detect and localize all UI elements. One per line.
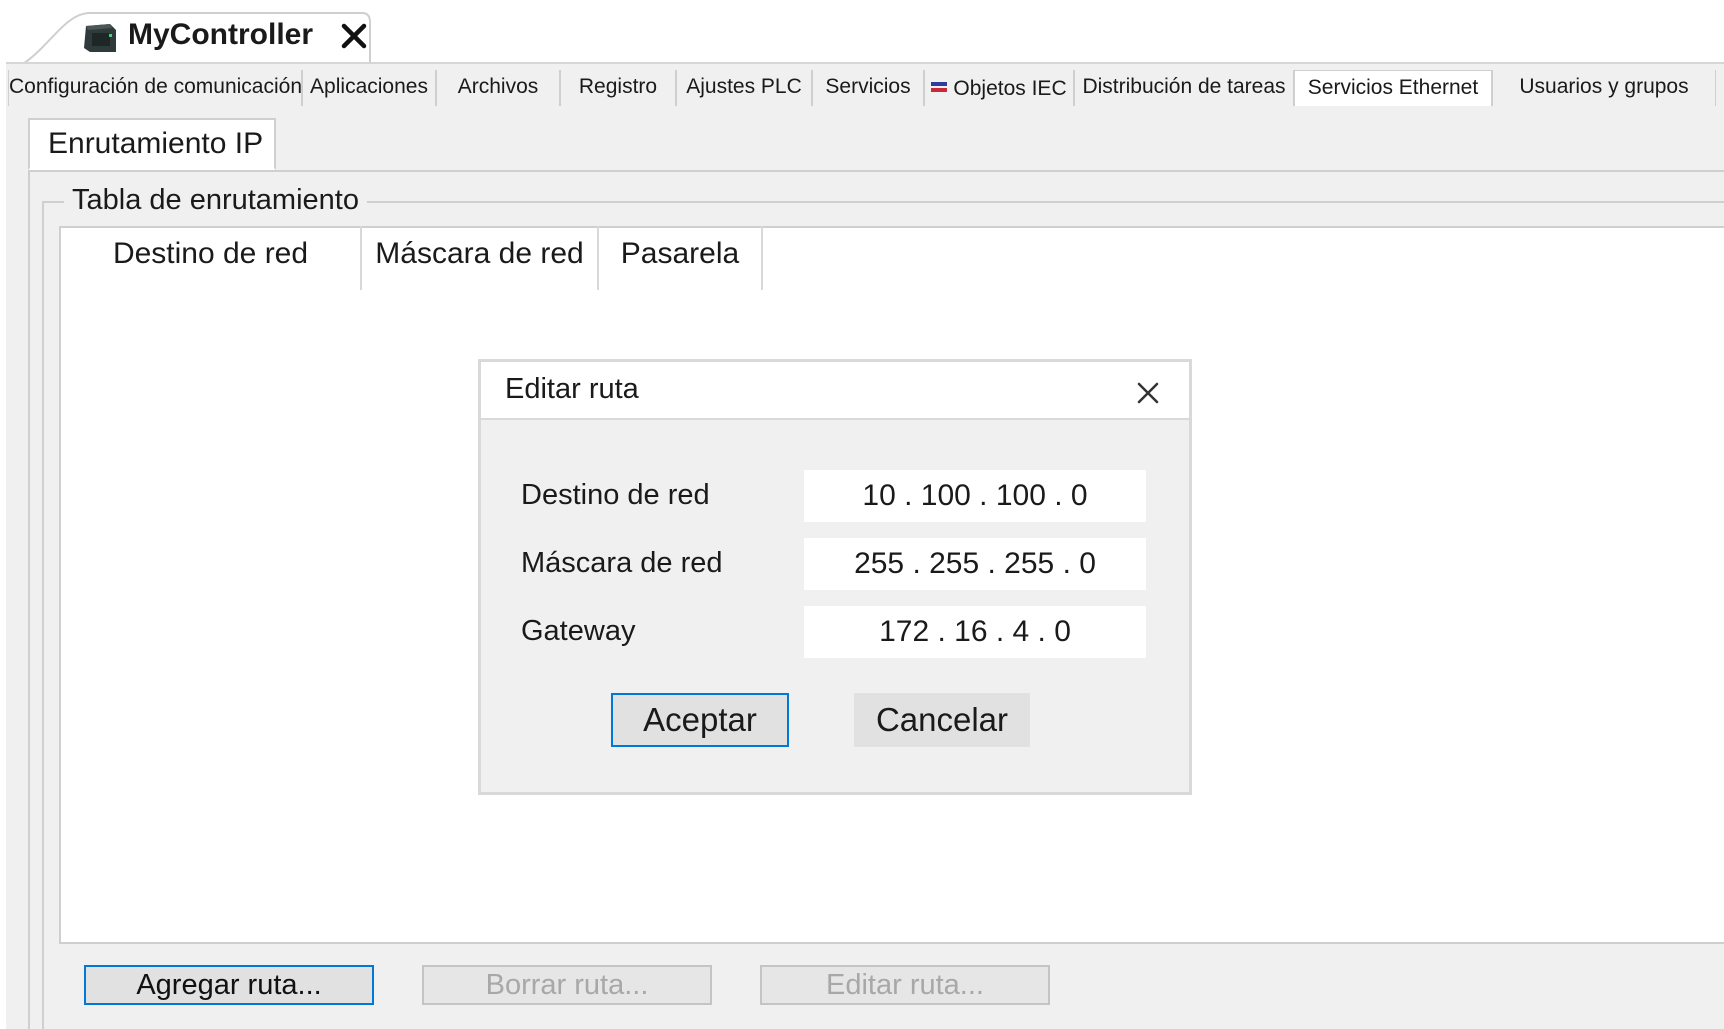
gateway-input[interactable]: 172 . 16 . 4 . 0 [804, 606, 1146, 658]
tab-registro[interactable]: Registro [560, 70, 676, 106]
controller-icon [82, 22, 118, 54]
tab-configuracion-comunicacion[interactable]: Configuración de comunicación [8, 70, 302, 106]
group-title: Tabla de enrutamiento [64, 182, 367, 218]
tab-objetos-iec[interactable]: Objetos IEC [924, 70, 1074, 106]
network-mask-input[interactable]: 255 . 255 . 255 . 0 [804, 538, 1146, 590]
tab-servicios[interactable]: Servicios [812, 70, 924, 106]
tab-enrutamiento-ip[interactable]: Enrutamiento IP [28, 118, 276, 170]
tab-servicios-ethernet[interactable]: Servicios Ethernet [1294, 70, 1492, 106]
add-route-button[interactable]: Agregar ruta... [84, 965, 374, 1005]
dialog-title: Editar ruta [505, 373, 639, 405]
delete-route-button[interactable]: Borrar ruta... [422, 965, 712, 1005]
accept-button[interactable]: Aceptar [611, 693, 789, 747]
network-destination-input[interactable]: 10 . 100 . 100 . 0 [804, 470, 1146, 522]
tab-usuarios-grupos[interactable]: Usuarios y grupos [1492, 70, 1716, 106]
network-destination-label: Destino de red [521, 479, 710, 511]
close-icon[interactable] [336, 18, 372, 54]
tab-ajustes-plc[interactable]: Ajustes PLC [676, 70, 812, 106]
tab-distribucion-tareas[interactable]: Distribución de tareas [1074, 70, 1294, 106]
edit-route-button[interactable]: Editar ruta... [760, 965, 1050, 1005]
network-mask-label: Máscara de red [521, 547, 723, 579]
gateway-label: Gateway [521, 615, 636, 647]
column-header-destino[interactable]: Destino de red [61, 226, 362, 290]
dialog-close-icon[interactable] [1130, 375, 1166, 411]
column-header-pasarela[interactable]: Pasarela [599, 226, 763, 290]
column-header-mascara[interactable]: Máscara de red [362, 226, 599, 290]
iec-objects-icon [931, 70, 948, 92]
tab-archivos[interactable]: Archivos [436, 70, 560, 106]
cancel-button[interactable]: Cancelar [854, 693, 1030, 747]
tab-aplicaciones[interactable]: Aplicaciones [302, 70, 436, 106]
document-tab-title: MyController [128, 18, 314, 51]
